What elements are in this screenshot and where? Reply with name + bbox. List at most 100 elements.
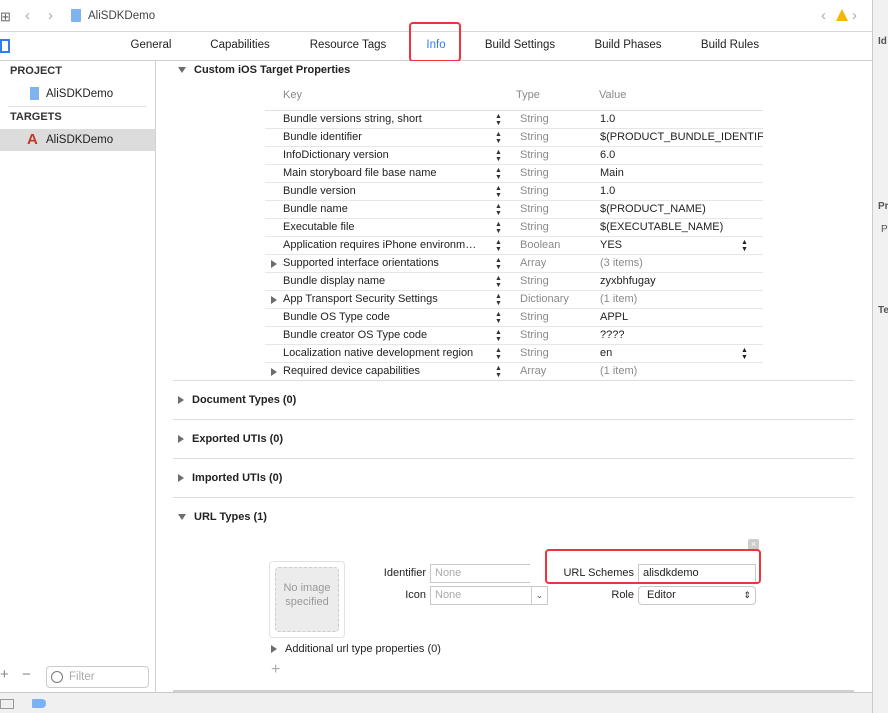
role-select[interactable]: Editor ⇕ <box>638 586 756 605</box>
property-type[interactable]: String <box>520 147 549 164</box>
property-type[interactable]: Dictionary <box>520 291 569 308</box>
col-type[interactable]: Type <box>516 89 540 101</box>
property-key[interactable]: Main storyboard file base name <box>283 165 493 182</box>
property-row[interactable]: Bundle versions string, short ▲ ▼ String 1.0 <box>265 111 763 129</box>
property-key[interactable]: Bundle identifier <box>283 129 493 146</box>
type-stepper-icon[interactable]: ▲ ▼ <box>495 347 502 361</box>
property-value[interactable]: $(EXECUTABLE_NAME) <box>600 219 763 236</box>
property-key[interactable]: Bundle OS Type code <box>283 309 493 326</box>
tab-build-phases[interactable]: Build Phases <box>594 39 661 51</box>
property-row[interactable]: Executable file ▲ ▼ String $(EXECUTABLE_NAME… <box>265 219 763 237</box>
property-value[interactable]: (1 item) <box>600 363 763 380</box>
property-key[interactable]: Bundle creator OS Type code <box>283 327 493 344</box>
jump-bar-project[interactable]: AliSDKDemo <box>88 10 155 22</box>
property-row[interactable]: Required device capabilities ▲ ▼ Array (1 it… <box>265 363 763 381</box>
property-type[interactable]: Array <box>520 255 546 272</box>
property-type[interactable]: String <box>520 183 549 200</box>
property-key[interactable]: Localization native development region <box>283 345 493 362</box>
prev-issue-icon[interactable]: ‹ <box>821 7 826 24</box>
add-icon[interactable]: + <box>0 666 9 683</box>
hide-debug-icon[interactable] <box>0 699 14 709</box>
property-key[interactable]: Bundle display name <box>283 273 493 290</box>
property-key[interactable]: InfoDictionary version <box>283 147 493 164</box>
property-type[interactable]: Boolean <box>520 237 560 254</box>
sidebar-toggle-icon[interactable] <box>0 39 10 53</box>
image-well[interactable]: No image specified <box>269 561 345 638</box>
property-key[interactable]: Required device capabilities <box>283 363 493 380</box>
document-types-section[interactable]: Document Types (0) <box>178 394 296 406</box>
related-items-icon[interactable]: ⊞ <box>0 9 11 25</box>
disclosure-icon[interactable] <box>271 368 277 376</box>
property-type[interactable]: String <box>520 111 549 128</box>
property-value[interactable]: 1.0 <box>600 111 763 128</box>
property-type[interactable]: String <box>520 273 549 290</box>
property-value[interactable]: (3 items) <box>600 255 763 272</box>
property-value[interactable]: Main <box>600 165 763 182</box>
disclosure-icon[interactable] <box>271 260 277 268</box>
property-type[interactable]: String <box>520 327 549 344</box>
disclosure-icon[interactable] <box>271 296 277 304</box>
remove-icon[interactable]: − <box>22 666 31 683</box>
exported-utis-section[interactable]: Exported UTIs (0) <box>178 433 283 445</box>
property-row[interactable]: InfoDictionary version ▲ ▼ String 6.0 <box>265 147 763 165</box>
property-row[interactable]: Supported interface orientations ▲ ▼ Array (… <box>265 255 763 273</box>
property-key[interactable]: Bundle versions string, short <box>283 111 493 128</box>
property-value[interactable]: $(PRODUCT_NAME) <box>600 201 763 218</box>
property-row[interactable]: Bundle version ▲ ▼ String 1.0 <box>265 183 763 201</box>
next-issue-icon[interactable]: › <box>852 7 857 24</box>
type-stepper-icon[interactable]: ▲ ▼ <box>495 131 502 145</box>
property-type[interactable]: String <box>520 219 549 236</box>
property-value[interactable]: 6.0 <box>600 147 763 164</box>
type-stepper-icon[interactable]: ▲ ▼ <box>495 293 502 307</box>
property-value[interactable]: 1.0 <box>600 183 763 200</box>
property-key[interactable]: Bundle name <box>283 201 493 218</box>
property-value[interactable]: zyxbhfugay <box>600 273 763 290</box>
property-key[interactable]: Application requires iPhone environm… <box>283 237 493 254</box>
property-type[interactable]: String <box>520 129 549 146</box>
property-row[interactable]: Localization native development region ▲ ▼… <box>265 345 763 363</box>
tab-general[interactable]: General <box>131 39 172 51</box>
property-row[interactable]: Bundle identifier ▲ ▼ String $(PRODUCT_BUNDL… <box>265 129 763 147</box>
property-value[interactable]: (1 item) <box>600 291 763 308</box>
property-row[interactable]: App Transport Security Settings ▲ ▼ Diction… <box>265 291 763 309</box>
property-key[interactable]: Executable file <box>283 219 493 236</box>
property-value[interactable]: $(PRODUCT_BUNDLE_IDENTIFIER) <box>600 129 763 146</box>
type-stepper-icon[interactable]: ▲ ▼ <box>495 365 502 379</box>
tab-capabilities[interactable]: Capabilities <box>210 39 269 51</box>
type-stepper-icon[interactable]: ▲ ▼ <box>495 329 502 343</box>
col-value[interactable]: Value <box>599 89 626 101</box>
add-url-property-icon[interactable]: + <box>271 661 280 679</box>
type-stepper-icon[interactable]: ▲ ▼ <box>495 257 502 271</box>
property-type[interactable]: String <box>520 165 549 182</box>
value-stepper-icon[interactable]: ▲ ▼ <box>741 239 748 253</box>
property-type[interactable]: String <box>520 201 549 218</box>
property-value[interactable]: ???? <box>600 327 763 344</box>
type-stepper-icon[interactable]: ▲ ▼ <box>495 203 502 217</box>
url-types-section[interactable]: URL Types (1) <box>178 511 267 523</box>
property-row[interactable]: Main storyboard file base name ▲ ▼ String Ma… <box>265 165 763 183</box>
property-type[interactable]: Array <box>520 363 546 380</box>
property-key[interactable]: App Transport Security Settings <box>283 291 493 308</box>
property-type[interactable]: String <box>520 345 549 362</box>
tab-resource-tags[interactable]: Resource Tags <box>310 39 387 51</box>
property-value[interactable]: en <box>600 345 763 362</box>
property-key[interactable]: Bundle version <box>283 183 493 200</box>
tab-build-rules[interactable]: Build Rules <box>701 39 759 51</box>
target-item[interactable]: A AliSDKDemo <box>0 129 155 151</box>
project-item[interactable]: AliSDKDemo <box>0 83 155 105</box>
type-stepper-icon[interactable]: ▲ ▼ <box>495 149 502 163</box>
custom-properties-header[interactable]: Custom iOS Target Properties <box>178 64 350 76</box>
type-stepper-icon[interactable]: ▲ ▼ <box>495 113 502 127</box>
property-row[interactable]: Application requires iPhone environm… ▲ ▼ B… <box>265 237 763 255</box>
property-row[interactable]: Bundle name ▲ ▼ String $(PRODUCT_NAME) <box>265 201 763 219</box>
type-stepper-icon[interactable]: ▲ ▼ <box>495 311 502 325</box>
property-row[interactable]: Bundle creator OS Type code ▲ ▼ String???? <box>265 327 763 345</box>
breakpoint-icon[interactable] <box>32 699 46 708</box>
forward-icon[interactable]: › <box>48 7 53 24</box>
type-stepper-icon[interactable]: ▲ ▼ <box>495 275 502 289</box>
identifier-input[interactable]: None <box>430 564 530 583</box>
type-stepper-icon[interactable]: ▲ ▼ <box>495 221 502 235</box>
back-icon[interactable]: ‹ <box>25 7 30 24</box>
filter-input[interactable]: Filter <box>46 666 149 688</box>
col-key[interactable]: Key <box>283 89 302 101</box>
